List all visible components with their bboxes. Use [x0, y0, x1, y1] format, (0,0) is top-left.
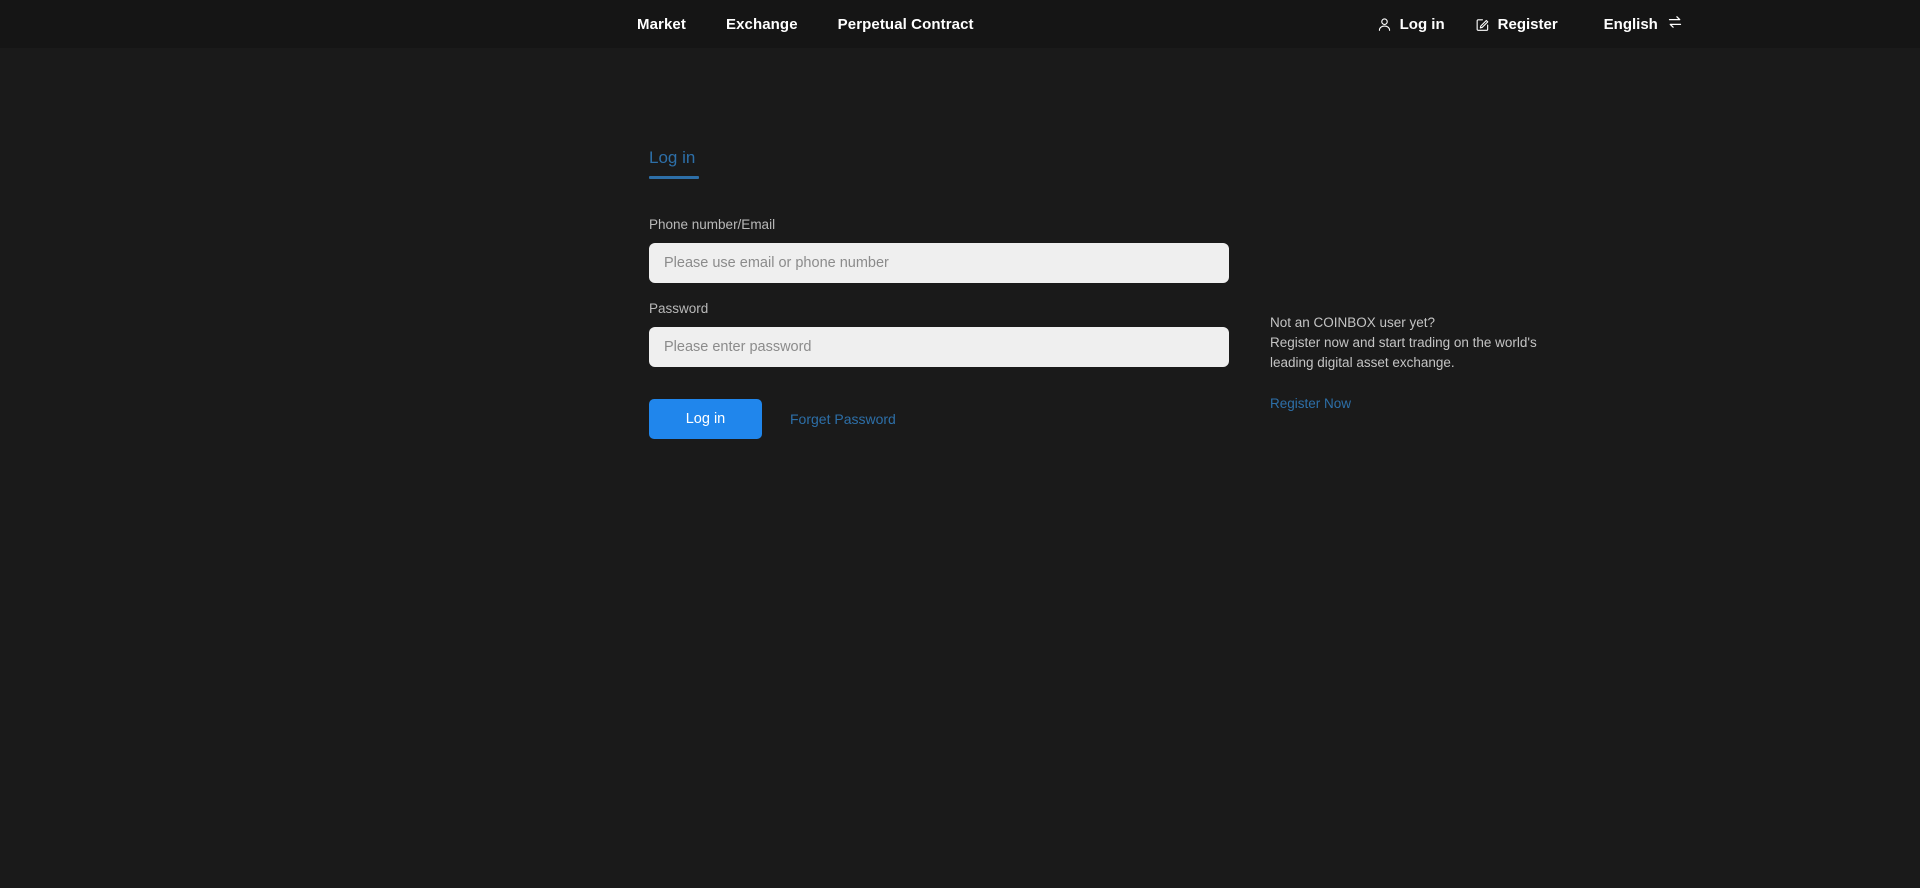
password-field-label: Password: [649, 301, 709, 316]
nav-item-market[interactable]: Market: [637, 16, 686, 33]
account-input[interactable]: [649, 243, 1229, 283]
forget-password-link[interactable]: Forget Password: [790, 411, 896, 427]
user-icon: [1377, 17, 1392, 32]
login-tabs: Log in: [649, 148, 1229, 179]
account-field-label: Phone number/Email: [649, 217, 776, 232]
header-login-label: Log in: [1399, 15, 1445, 33]
password-input[interactable]: [649, 327, 1229, 367]
page-main: Log in Phone number/Email Password Log i…: [0, 48, 1920, 888]
login-panel: Log in Phone number/Email Password Log i…: [649, 148, 1229, 439]
nav-item-exchange[interactable]: Exchange: [726, 16, 798, 33]
promo-line-1: Not an COINBOX user yet?: [1270, 315, 1436, 330]
tab-login[interactable]: Log in: [649, 148, 700, 179]
nav-item-perpetual-contract[interactable]: Perpetual Contract: [838, 16, 974, 33]
header-register-label: Register: [1497, 15, 1558, 33]
primary-navigation: Market Exchange Perpetual Contract: [637, 16, 974, 33]
login-actions: Log in Forget Password: [649, 399, 1229, 439]
header-login-button[interactable]: Log in: [1377, 16, 1445, 33]
password-field-group: Password: [649, 301, 1229, 367]
header-actions: Log in Register English: [1377, 14, 1683, 34]
promo-register-link[interactable]: Register Now: [1270, 396, 1351, 411]
promo-line-3: leading digital asset exchange.: [1270, 355, 1455, 370]
swap-arrows-icon: [1667, 14, 1683, 34]
login-submit-button[interactable]: Log in: [649, 399, 762, 439]
language-switcher[interactable]: English: [1604, 14, 1683, 34]
account-field-group: Phone number/Email: [649, 217, 1229, 283]
edit-square-icon: [1475, 17, 1490, 32]
language-label: English: [1603, 15, 1658, 33]
site-header: Market Exchange Perpetual Contract Log i…: [0, 0, 1920, 48]
promo-line-2: Register now and start trading on the wo…: [1270, 335, 1537, 350]
promo-panel: Not an COINBOX user yet? Register now an…: [1270, 313, 1560, 413]
header-register-button[interactable]: Register: [1475, 16, 1558, 33]
